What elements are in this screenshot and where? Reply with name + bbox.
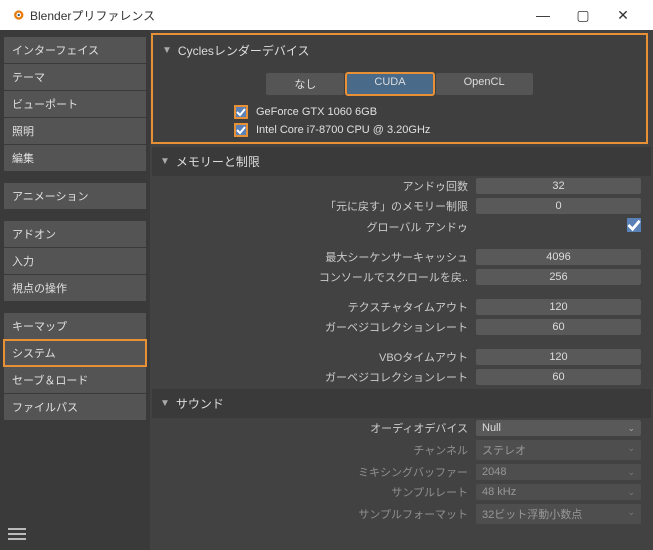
title-bar: Blenderプリファレンス — ▢ ✕	[0, 0, 653, 30]
gc-rate-field[interactable]: 60	[476, 319, 641, 335]
console-scroll-field[interactable]: 256	[476, 269, 641, 285]
seq-cache-field[interactable]: 4096	[476, 249, 641, 265]
chevron-down-icon: ⌄	[627, 487, 635, 498]
undo-steps-label: アンドゥ回数	[162, 178, 476, 194]
tex-timeout-field[interactable]: 120	[476, 299, 641, 315]
undo-mem-label: 「元に戻す」のメモリー制限	[162, 198, 476, 214]
cycles-title: Cyclesレンダーデバイス	[178, 42, 310, 59]
sample-rate-label: サンプルレート	[162, 484, 476, 500]
chevron-down-icon: ▼	[162, 45, 172, 56]
tex-timeout-label: テクスチャタイムアウト	[162, 299, 476, 315]
sidebar-item-10[interactable]: システム	[4, 340, 146, 366]
sidebar-item-11[interactable]: セーブ＆ロード	[4, 367, 146, 393]
chevron-down-icon: ⌄	[627, 467, 635, 478]
gc-rate2-field[interactable]: 60	[476, 369, 641, 385]
chevron-down-icon: ⌄	[627, 423, 635, 434]
content-area: ▼ Cyclesレンダーデバイス なし CUDA OpenCL GeForce …	[150, 30, 653, 550]
gc-rate-label: ガーベジコレクションレート	[162, 319, 476, 335]
audio-device-label: オーディオデバイス	[162, 420, 476, 436]
sample-format-field[interactable]: 32ビット浮動小数点⌄	[476, 504, 641, 524]
sidebar-item-1[interactable]: テーマ	[4, 64, 146, 90]
window-title: Blenderプリファレンス	[30, 7, 523, 24]
sidebar-item-4[interactable]: 編集	[4, 145, 146, 171]
maximize-button[interactable]: ▢	[563, 7, 603, 24]
cycles-panel: ▼ Cyclesレンダーデバイス なし CUDA OpenCL GeForce …	[152, 34, 647, 143]
device-row-0: GeForce GTX 1060 6GB	[234, 105, 645, 119]
memory-title: メモリーと制限	[176, 153, 260, 170]
sidebar-item-6[interactable]: アドオン	[4, 221, 146, 247]
mix-buffer-label: ミキシングバッファー	[162, 464, 476, 480]
sound-title: サウンド	[176, 395, 224, 412]
device-checkbox[interactable]	[234, 123, 248, 137]
audio-device-field[interactable]: Null⌄	[476, 420, 641, 436]
sound-panel: ▼ サウンド オーディオデバイスNull⌄ チャンネルステレオ⌄ ミキシングバッ…	[152, 389, 651, 526]
device-row-1: Intel Core i7-8700 CPU @ 3.20GHz	[234, 123, 645, 137]
device-label: GeForce GTX 1060 6GB	[256, 106, 377, 118]
global-undo-checkbox[interactable]	[627, 218, 641, 232]
sample-rate-field[interactable]: 48 kHz⌄	[476, 484, 641, 500]
seq-cache-label: 最大シーケンサーキャッシュ	[162, 249, 476, 265]
global-undo-label: グローバル アンドゥ	[162, 219, 476, 235]
vbo-timeout-label: VBOタイムアウト	[162, 349, 476, 365]
sidebar-item-2[interactable]: ビューポート	[4, 91, 146, 117]
sidebar-item-5[interactable]: アニメーション	[4, 183, 146, 209]
channels-label: チャンネル	[162, 442, 476, 458]
sidebar-item-9[interactable]: キーマップ	[4, 313, 146, 339]
console-scroll-label: コンソールでスクロールを戻..	[162, 269, 476, 285]
gc-rate2-label: ガーベジコレクションレート	[162, 369, 476, 385]
sound-header[interactable]: ▼ サウンド	[152, 389, 651, 418]
vbo-timeout-field[interactable]: 120	[476, 349, 641, 365]
chevron-down-icon: ▼	[160, 156, 170, 167]
close-button[interactable]: ✕	[603, 7, 643, 24]
render-tab-cuda[interactable]: CUDA	[346, 73, 433, 95]
sample-format-label: サンプルフォーマット	[162, 506, 476, 522]
channels-field[interactable]: ステレオ⌄	[476, 440, 641, 460]
device-checkbox[interactable]	[234, 105, 248, 119]
hamburger-icon	[8, 525, 26, 539]
mix-buffer-field[interactable]: 2048⌄	[476, 464, 641, 480]
sidebar-item-8[interactable]: 視点の操作	[4, 275, 146, 301]
chevron-down-icon: ⌄	[627, 507, 635, 518]
chevron-down-icon: ⌄	[627, 443, 635, 454]
memory-header[interactable]: ▼ メモリーと制限	[152, 147, 651, 176]
render-tab-none[interactable]: なし	[266, 73, 344, 95]
sidebar-item-3[interactable]: 照明	[4, 118, 146, 144]
sidebar-item-12[interactable]: ファイルパス	[4, 394, 146, 420]
cycles-header[interactable]: ▼ Cyclesレンダーデバイス	[154, 36, 645, 65]
memory-panel: ▼ メモリーと制限 アンドゥ回数32 「元に戻す」のメモリー制限0 グローバル …	[152, 147, 651, 387]
undo-steps-field[interactable]: 32	[476, 178, 641, 194]
blender-icon	[10, 8, 24, 22]
render-tab-opencl[interactable]: OpenCL	[436, 73, 533, 95]
chevron-down-icon: ▼	[160, 398, 170, 409]
device-label: Intel Core i7-8700 CPU @ 3.20GHz	[256, 124, 430, 136]
sidebar: インターフェイステーマビューポート照明編集アニメーションアドオン入力視点の操作キ…	[0, 30, 150, 550]
undo-mem-field[interactable]: 0	[476, 198, 641, 214]
sidebar-item-7[interactable]: 入力	[4, 248, 146, 274]
minimize-button[interactable]: —	[523, 7, 563, 23]
hamburger-menu[interactable]	[0, 517, 150, 550]
sidebar-item-0[interactable]: インターフェイス	[4, 37, 146, 63]
